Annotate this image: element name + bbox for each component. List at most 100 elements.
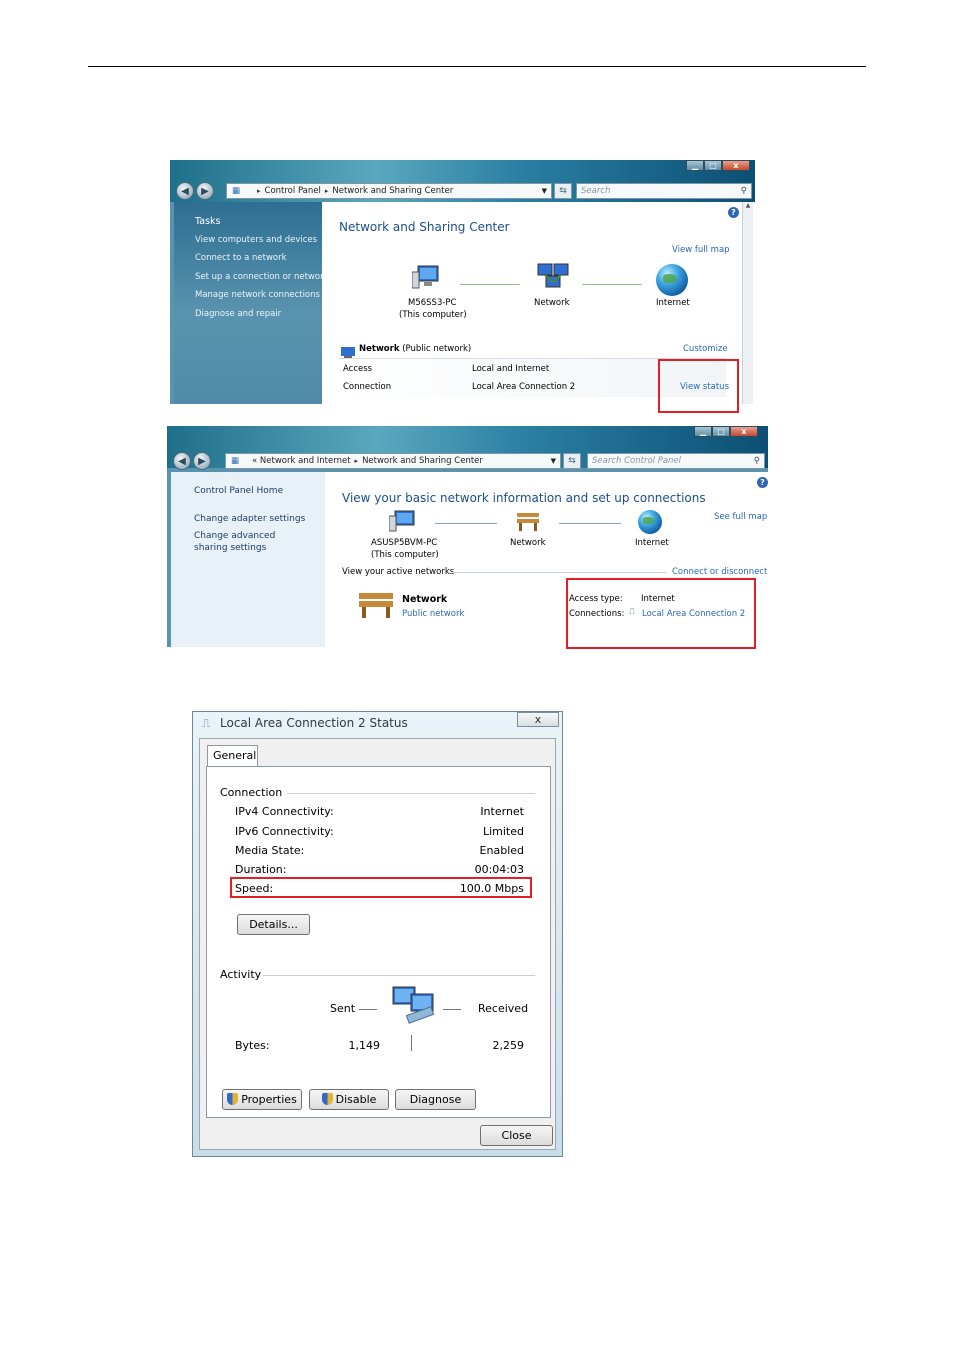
maximize-button[interactable]: □ [704, 160, 722, 171]
change-adapter-settings-link[interactable]: Change adapter settings [194, 513, 305, 525]
connection-value: Local Area Connection 2 [472, 382, 576, 392]
bytes-label: Bytes: [235, 1039, 270, 1052]
sent-label: Sent [330, 1002, 356, 1015]
network-name: Network (Public network) [359, 344, 472, 354]
view-full-map-link[interactable]: View full map [672, 245, 730, 255]
help-icon[interactable]: ? [728, 207, 739, 218]
see-full-map-link[interactable]: See full map [714, 512, 767, 522]
breadcrumb-network-sharing-center[interactable]: Network and Sharing Center [362, 456, 483, 466]
close-button[interactable]: x [730, 426, 758, 437]
page-top-rule [88, 66, 866, 67]
task-view-computers[interactable]: View computers and devices [195, 235, 317, 245]
navigation-bar: ◀ ▶ ▦ ▸ Control Panel ▸ Network and Sharing… [170, 180, 755, 202]
media-state-label: Media State: [235, 844, 305, 857]
properties-button[interactable]: Properties [222, 1089, 302, 1110]
help-icon[interactable]: ? [757, 477, 768, 488]
computer-name: ASUSP5BVM-PC [371, 538, 438, 548]
link-line [435, 523, 497, 524]
address-bar[interactable]: ▦ « Network and Internet ▸ Network and Sha… [225, 453, 561, 469]
customize-link[interactable]: Customize [683, 344, 728, 354]
globe-icon [656, 264, 688, 296]
lan-status-dialog: ⎍ Local Area Connection 2 Status x Gener… [192, 711, 563, 1157]
globe-icon [638, 510, 662, 534]
shield-icon [321, 1093, 333, 1105]
connect-disconnect-link[interactable]: Connect or disconnect [672, 567, 767, 577]
navigation-bar: ◀ ▶ ▦ « Network and Internet ▸ Network and… [167, 450, 768, 472]
media-state-value: Enabled [479, 844, 524, 857]
back-button[interactable]: ◀ [176, 182, 194, 200]
group-divider [263, 975, 535, 976]
forward-button[interactable]: ▶ [193, 452, 211, 470]
divider [453, 572, 667, 573]
bench-network-large-icon [357, 589, 395, 619]
link-line [559, 523, 621, 524]
minimize-button[interactable]: ▁ [694, 426, 712, 437]
control-panel-home-link[interactable]: Control Panel Home [194, 485, 283, 497]
ipv6-label: IPv6 Connectivity: [235, 825, 334, 838]
close-button[interactable]: x [722, 160, 750, 171]
shield-icon [227, 1093, 239, 1105]
task-connect-network[interactable]: Connect to a network [195, 253, 287, 263]
details-button[interactable]: Details... [237, 914, 310, 935]
internet-label: Internet [656, 298, 690, 308]
page-title: Network and Sharing Center [339, 220, 510, 234]
forward-button[interactable]: ▶ [196, 182, 214, 200]
task-diagnose-repair[interactable]: Diagnose and repair [195, 309, 281, 319]
activity-group-title: Activity [220, 968, 262, 981]
address-dropdown-icon[interactable]: ▼ [551, 454, 556, 468]
control-panel-sidebar: Control Panel Home Change adapter settin… [171, 472, 325, 647]
link-line [582, 284, 642, 285]
control-panel-icon: ▦ [231, 456, 240, 466]
close-button[interactable]: Close [480, 1125, 553, 1146]
network-bench-icon [341, 344, 355, 359]
breadcrumb-network-internet[interactable]: Network and Internet [260, 456, 351, 466]
ipv6-value: Limited [482, 825, 524, 838]
computer-sub: (This computer) [399, 310, 467, 320]
network-label: Network [510, 538, 546, 548]
minimize-button[interactable]: ▁ [686, 160, 704, 171]
refresh-button[interactable]: ⇆ [554, 183, 572, 199]
search-icon[interactable]: ⚲ [754, 454, 760, 468]
ipv4-label: IPv4 Connectivity: [235, 805, 334, 818]
duration-label: Duration: [235, 863, 287, 876]
ipv4-value: Internet [480, 805, 524, 818]
public-network-link[interactable]: Public network [402, 609, 464, 619]
connection-group-title: Connection [220, 786, 283, 799]
search-icon[interactable]: ⚲ [741, 184, 747, 198]
disable-button[interactable]: Disable [309, 1089, 389, 1110]
active-networks-label: View your active networks [342, 567, 455, 577]
search-input[interactable]: Search ⚲ [576, 183, 752, 199]
bytes-divider [411, 1035, 412, 1051]
breadcrumb-overflow[interactable]: « [252, 456, 257, 466]
breadcrumb-network-sharing-center[interactable]: Network and Sharing Center [332, 186, 453, 196]
network-label: Network [534, 298, 570, 308]
maximize-button[interactable]: □ [712, 426, 730, 437]
search-input[interactable]: Search Control Panel ⚲ [587, 453, 765, 469]
group-divider [287, 793, 535, 794]
highlight-connections [566, 578, 756, 649]
breadcrumb-separator-icon: ▸ [354, 457, 359, 465]
network-icon [536, 262, 570, 292]
task-setup-connection[interactable]: Set up a connection or network [195, 272, 329, 282]
task-manage-connections[interactable]: Manage network connections [195, 290, 320, 300]
back-button[interactable]: ◀ [173, 452, 191, 470]
tab-general[interactable]: General [207, 745, 258, 767]
address-dropdown-icon[interactable]: ▼ [542, 184, 547, 198]
change-advanced-sharing-link[interactable]: Change advanced sharing settings [194, 530, 304, 554]
vertical-scrollbar[interactable]: ▲ [742, 202, 753, 404]
breadcrumb-control-panel[interactable]: Control Panel [265, 186, 321, 196]
network-adapter-icon: ⎍ [202, 716, 211, 730]
breadcrumb-separator-icon: ▸ [257, 187, 261, 195]
received-line [443, 1009, 461, 1010]
highlight-view-status [658, 359, 739, 413]
received-label: Received [478, 1002, 529, 1015]
general-panel: Connection IPv4 Connectivity: Internet I… [206, 766, 551, 1118]
computer-sub: (This computer) [371, 550, 439, 560]
computer-name: M56SS3-PC [408, 298, 457, 308]
close-icon[interactable]: x [517, 712, 559, 727]
diagnose-button[interactable]: Diagnose [395, 1089, 476, 1110]
active-network-name: Network [402, 594, 448, 605]
refresh-button[interactable]: ⇆ [563, 453, 581, 469]
address-bar[interactable]: ▦ ▸ Control Panel ▸ Network and Sharing Cen… [226, 183, 552, 199]
access-label: Access [343, 364, 373, 374]
